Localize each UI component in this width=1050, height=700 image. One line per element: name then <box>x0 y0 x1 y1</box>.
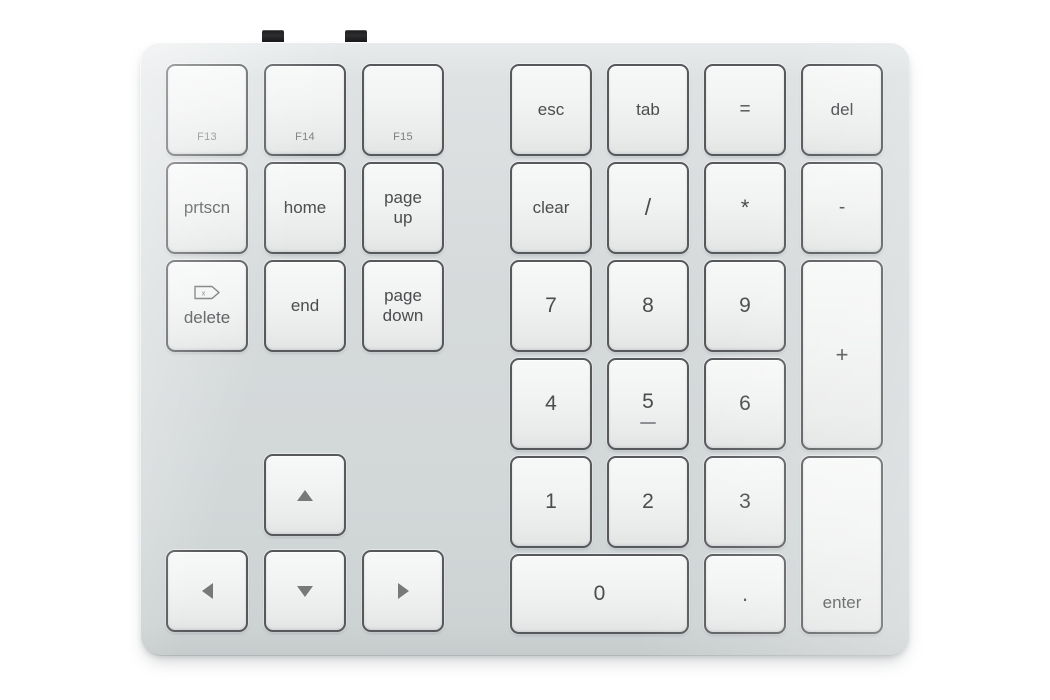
key-page-up[interactable]: page up <box>362 162 444 254</box>
key-2[interactable]: 2 <box>607 456 689 548</box>
key-9-label: 9 <box>739 294 751 318</box>
key-3-label: 3 <box>739 490 751 514</box>
key-5[interactable]: 5 <box>607 358 689 450</box>
svg-text:x: x <box>202 291 206 298</box>
key-page-up-label: page up <box>384 187 422 227</box>
key-tab-label: tab <box>636 100 660 120</box>
key-f15[interactable]: F15 <box>362 64 444 156</box>
key-3[interactable]: 3 <box>704 456 786 548</box>
key-0-label: 0 <box>593 582 606 606</box>
key-6-label: 6 <box>739 392 751 416</box>
key-home-label: home <box>283 198 327 218</box>
key-enter[interactable]: enter <box>801 456 883 634</box>
key-1[interactable]: 1 <box>510 456 592 548</box>
top-nub-right <box>345 30 367 42</box>
key-arrow-down[interactable] <box>264 550 346 632</box>
key-0[interactable]: 0 <box>510 554 689 634</box>
key-7-label: 7 <box>545 294 557 318</box>
key-clear[interactable]: clear <box>510 162 592 254</box>
key-end[interactable]: end <box>264 260 346 352</box>
key-period[interactable]: . <box>704 554 786 634</box>
key-plus-label: + <box>835 341 849 367</box>
key-esc-label: esc <box>537 100 565 120</box>
arrow-left-icon <box>201 583 213 599</box>
key-equals-label: = <box>739 99 751 121</box>
key-del[interactable]: del <box>801 64 883 156</box>
key-page-down-label: page down <box>382 285 424 325</box>
key-f13[interactable]: F13 <box>166 64 248 156</box>
key-divide[interactable]: / <box>607 162 689 254</box>
key-equals[interactable]: = <box>704 64 786 156</box>
key-7[interactable]: 7 <box>510 260 592 352</box>
key-4[interactable]: 4 <box>510 358 592 450</box>
key-5-label: 5 <box>642 389 654 413</box>
keypad-body: F13 F14 F15 prtscn home page up x delete… <box>140 30 910 656</box>
key-arrow-up[interactable] <box>264 454 346 536</box>
key-home[interactable]: home <box>264 162 346 254</box>
arrow-down-icon <box>297 585 313 597</box>
key-8-label: 8 <box>642 294 654 318</box>
key-delete-label: delete <box>183 307 231 327</box>
key-multiply-label: * <box>740 195 750 221</box>
key-minus[interactable]: - <box>801 162 883 254</box>
key-f14[interactable]: F14 <box>264 64 346 156</box>
key-f14-label: F14 <box>295 130 315 143</box>
key-grid: F13 F14 F15 prtscn home page up x delete… <box>140 42 910 656</box>
key-1-label: 1 <box>545 490 557 514</box>
key-f15-label: F15 <box>393 130 413 143</box>
key-9[interactable]: 9 <box>704 260 786 352</box>
key-minus-label: - <box>838 197 846 219</box>
key-8[interactable]: 8 <box>607 260 689 352</box>
key-arrow-right[interactable] <box>362 550 444 632</box>
key-2-label: 2 <box>642 490 654 514</box>
key-plus[interactable]: + <box>801 260 883 450</box>
key-f13-label: F13 <box>197 130 217 143</box>
top-nub-left <box>262 30 284 42</box>
key-esc[interactable]: esc <box>510 64 592 156</box>
key-end-label: end <box>290 296 320 316</box>
key-enter-label: enter <box>822 592 862 612</box>
key-period-label: . <box>741 580 749 606</box>
key-clear-label: clear <box>532 198 570 218</box>
key-delete[interactable]: x delete <box>166 260 248 352</box>
key-page-down[interactable]: page down <box>362 260 444 352</box>
key-arrow-left[interactable] <box>166 550 248 632</box>
key-del-label: del <box>830 100 854 120</box>
key-multiply[interactable]: * <box>704 162 786 254</box>
homing-bar-icon <box>640 422 656 425</box>
key-divide-label: / <box>644 194 652 221</box>
key-prtscn[interactable]: prtscn <box>166 162 248 254</box>
key-prtscn-label: prtscn <box>183 198 231 218</box>
key-4-label: 4 <box>545 392 557 416</box>
arrow-right-icon <box>397 583 409 599</box>
forward-delete-icon: x <box>193 285 221 304</box>
arrow-up-icon <box>297 489 313 501</box>
keyboard-scene: F13 F14 F15 prtscn home page up x delete… <box>0 0 1050 700</box>
key-tab[interactable]: tab <box>607 64 689 156</box>
key-6[interactable]: 6 <box>704 358 786 450</box>
